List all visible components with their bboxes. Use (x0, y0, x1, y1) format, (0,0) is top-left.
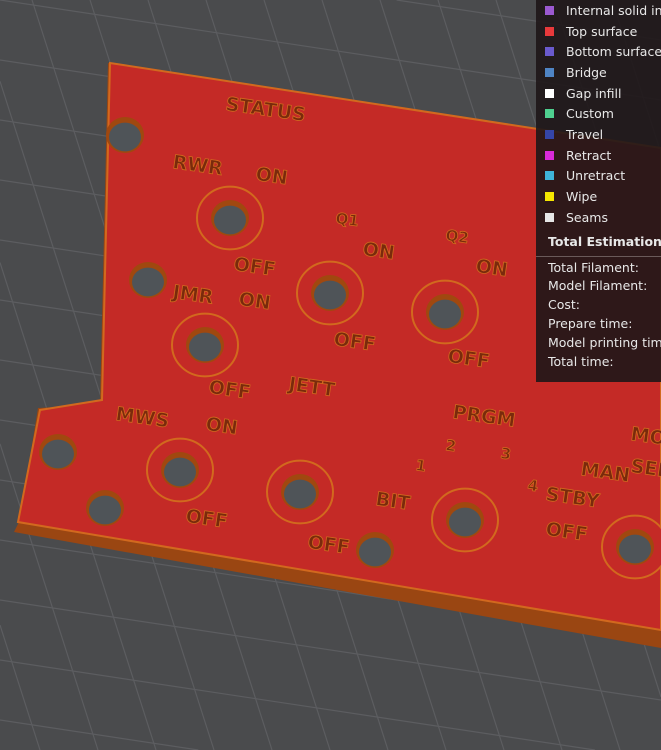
through-hole (132, 267, 164, 297)
color-swatch-icon (545, 212, 554, 222)
legend-item-label: Bridge (566, 64, 607, 80)
legend-item-label: Bottom surface (566, 44, 661, 60)
legend-item-label: Retract (566, 147, 612, 163)
embossed-label: Q1 (334, 209, 359, 230)
color-swatch-icon (545, 150, 554, 160)
through-hole (189, 332, 221, 362)
through-hole (89, 495, 121, 525)
legend-item-label: Travel (566, 126, 604, 142)
estimation-row: Prepare time: (548, 315, 633, 331)
grid-line (0, 719, 199, 750)
color-swatch-icon (545, 192, 554, 202)
legend-item-label: Unretract (566, 168, 626, 184)
legend-item[interactable]: Retract (536, 145, 661, 166)
estimation-row: Cost: (548, 297, 581, 313)
color-swatch-icon (545, 88, 554, 98)
legend-item[interactable]: Top surface (536, 21, 661, 42)
through-hole (164, 457, 196, 487)
through-hole (619, 534, 651, 564)
embossed-label: ON (474, 255, 509, 281)
legend-item-label: Top surface (566, 23, 638, 39)
legend-item[interactable]: Bridge (536, 62, 661, 83)
estimation-row: Model printing time: (548, 334, 661, 350)
color-swatch-icon (545, 129, 554, 139)
legend-item[interactable]: Gap infill (536, 83, 661, 104)
through-hole (284, 479, 316, 509)
legend-item[interactable]: Unretract (536, 166, 661, 187)
color-swatch-icon (545, 171, 554, 181)
legend-item[interactable]: Bottom surface (536, 41, 661, 62)
legend-panel: Internal solid infill Top surface Bottom s… (536, 0, 661, 382)
estimation-row: Total Filament: (548, 259, 639, 275)
color-swatch-icon (545, 47, 554, 57)
through-hole (449, 507, 481, 537)
embossed-label: ON (254, 163, 289, 189)
through-hole (314, 280, 346, 310)
legend-item[interactable]: Travel (536, 124, 661, 145)
estimation-row: Total time: (548, 353, 614, 369)
legend-item-label: Seams (566, 209, 608, 225)
through-hole (429, 299, 461, 329)
embossed-label: ON (237, 288, 272, 314)
legend-item-label: Gap infill (566, 85, 622, 101)
legend-item-label: Wipe (566, 189, 598, 205)
estimation-row: Model Filament: (548, 278, 648, 294)
through-hole (359, 537, 391, 567)
grid-line (0, 659, 595, 750)
legend-item-label: Custom (566, 106, 614, 122)
color-swatch-icon (545, 26, 554, 36)
legend-item[interactable]: Wipe (536, 186, 661, 207)
legend-item-label: Internal solid infill (566, 2, 661, 18)
embossed-label: Q2 (444, 226, 469, 247)
color-swatch-icon (545, 67, 554, 77)
embossed-label: ON (361, 238, 396, 264)
total-estimation-title: Total Estimation (536, 228, 661, 257)
color-swatch-icon (545, 109, 554, 119)
embossed-label: ON (204, 413, 239, 439)
legend-item[interactable]: Internal solid infill (536, 0, 661, 21)
through-hole (42, 439, 74, 469)
color-swatch-icon (545, 5, 554, 15)
grid-line (0, 624, 41, 750)
through-hole (214, 205, 246, 235)
legend-item[interactable]: Seams (536, 207, 661, 228)
legend-item[interactable]: Custom (536, 103, 661, 124)
through-hole (109, 122, 141, 152)
